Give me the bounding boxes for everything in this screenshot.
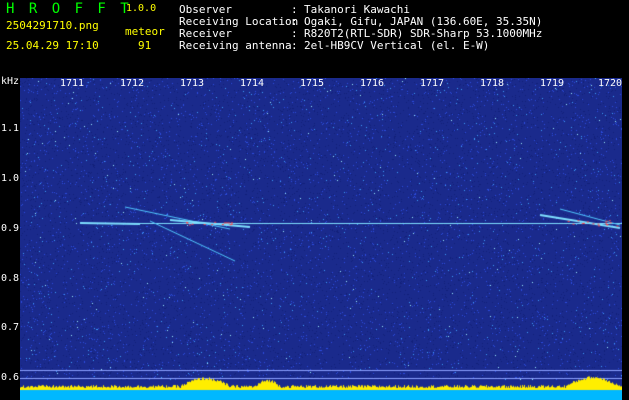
file-name: 2504291710.png <box>6 19 99 32</box>
app-version: 1.0.0 <box>126 3 157 14</box>
x-tick-label: 1713 <box>180 78 205 89</box>
x-tick-label: 1716 <box>360 78 385 89</box>
y-tick-label: 0.7 <box>1 322 20 333</box>
info-value-antenna: 2el-HB9CV Vertical (el. E-W) <box>304 39 490 52</box>
spectrogram <box>20 78 622 400</box>
y-tick-label: 1.1 <box>1 123 20 134</box>
x-tick-label: 1717 <box>420 78 445 89</box>
header-panel: H R O F F T 1.0.0 2504291710.png meteor … <box>0 0 629 76</box>
x-tick-label: 1718 <box>480 78 505 89</box>
y-tick-label: 1.0 <box>1 173 20 184</box>
info-colon: : <box>291 39 298 52</box>
unit-label: kHz <box>1 76 20 87</box>
spectrogram-canvas <box>20 78 622 400</box>
app-title: H R O F F T <box>6 1 132 17</box>
y-tick-label: 0.8 <box>1 273 20 284</box>
x-tick-label: 1715 <box>300 78 325 89</box>
x-tick-label: 1711 <box>60 78 85 89</box>
datetime: 25.04.29 17:10 <box>6 39 99 52</box>
y-tick-label: 0.9 <box>1 223 20 234</box>
x-tick-label: 1719 <box>540 78 565 89</box>
info-key-antenna: Receiving antenna <box>179 39 292 52</box>
x-tick-label: 1714 <box>240 78 265 89</box>
x-tick-label: 1712 <box>120 78 145 89</box>
mode-label: meteor <box>125 25 165 38</box>
y-tick-label: 0.6 <box>1 372 20 383</box>
x-tick-label: 1720 <box>598 78 623 89</box>
meteor-count: 91 <box>138 39 152 52</box>
